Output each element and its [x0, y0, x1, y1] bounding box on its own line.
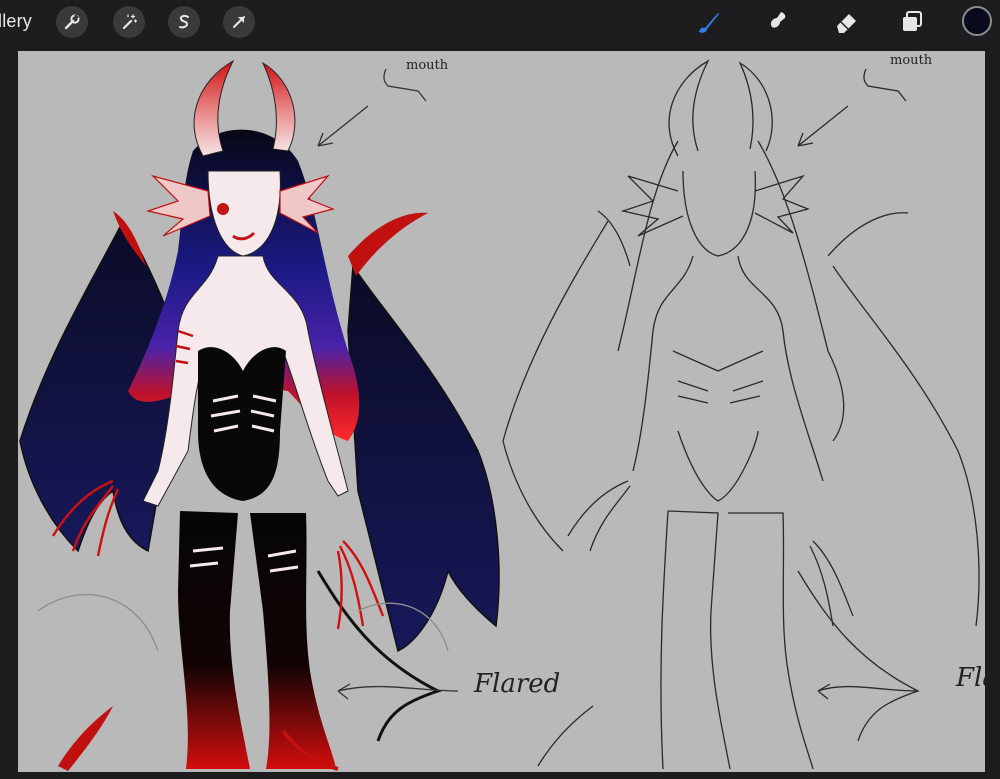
- transform-button[interactable]: [223, 6, 255, 38]
- actions-button[interactable]: [56, 6, 88, 38]
- colored-character: [19, 59, 500, 771]
- smudge-tool[interactable]: [762, 8, 790, 36]
- gallery-button[interactable]: llery: [0, 11, 32, 32]
- left-mouth-label: mouth: [406, 58, 449, 73]
- adjustments-button[interactable]: [113, 6, 145, 38]
- eraser-tool[interactable]: [832, 8, 860, 36]
- selection-button[interactable]: [168, 6, 200, 38]
- right-mouth-label: mouth: [890, 53, 933, 68]
- drawing-canvas[interactable]: mouth mouth Flared Fla: [18, 51, 985, 772]
- layers-tool[interactable]: [898, 8, 926, 36]
- magic-wand-icon: [122, 14, 138, 30]
- artwork: [19, 59, 980, 771]
- left-flared-label: Flared: [474, 669, 561, 699]
- selection-s-icon: [179, 14, 189, 29]
- color-well[interactable]: [962, 6, 992, 36]
- top-toolbar: llery: [0, 0, 1000, 44]
- eraser-icon: [837, 14, 856, 33]
- layers-icon: [903, 11, 922, 31]
- wrench-icon: [64, 14, 80, 30]
- arrow-cursor-icon: [233, 16, 245, 28]
- sketch-character: [502, 59, 980, 770]
- brush-icon: [699, 13, 719, 33]
- right-flared-label: Fla: [956, 663, 985, 693]
- smudge-icon: [769, 12, 786, 32]
- brush-tool[interactable]: [694, 8, 722, 36]
